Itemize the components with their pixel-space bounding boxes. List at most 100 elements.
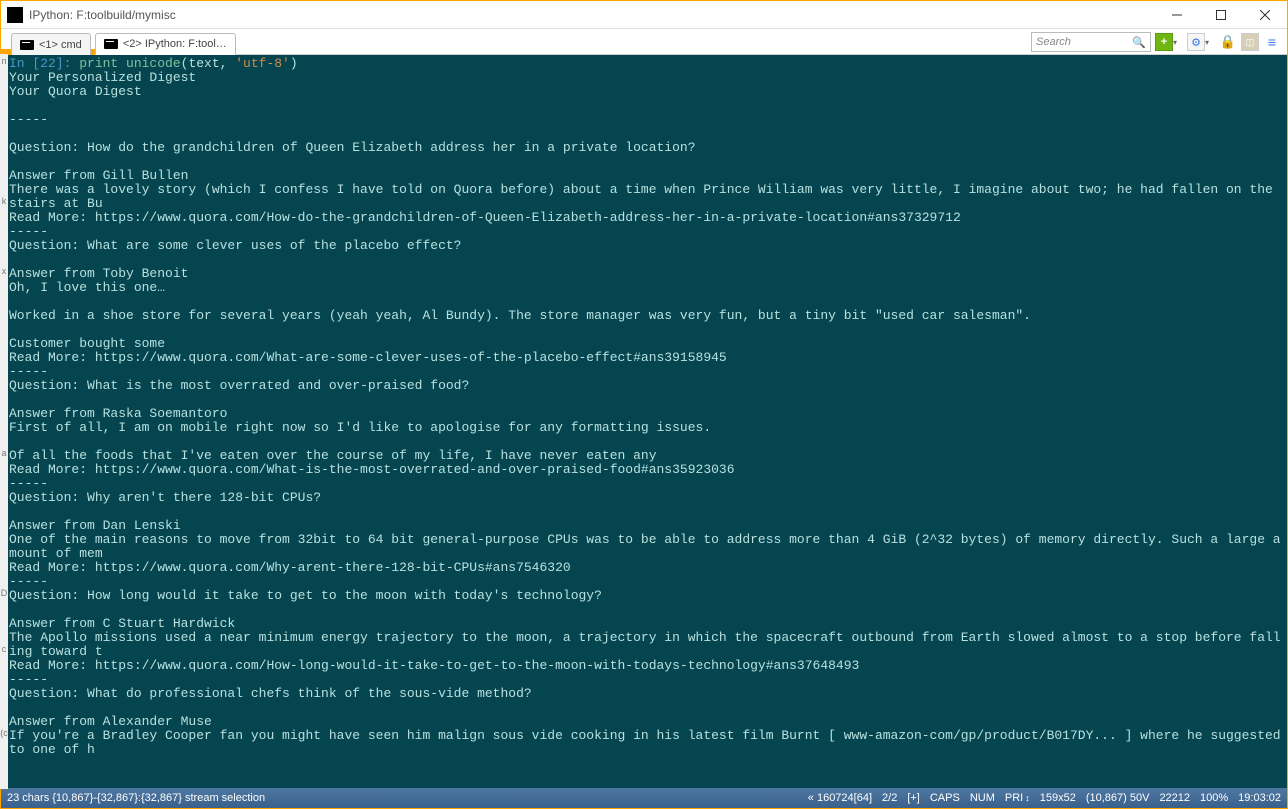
app-icon <box>7 7 23 23</box>
lock-button[interactable]: 🔒 <box>1219 33 1237 51</box>
output-line: Answer from C Stuart Hardwick <box>9 617 1287 631</box>
output-line: Of all the foods that I've eaten over th… <box>9 449 1287 463</box>
new-tab-dropdown[interactable]: ▾ <box>1173 38 1183 47</box>
tab-label: <2> IPython: F:tool… <box>123 38 227 50</box>
terminal-icon <box>104 39 118 49</box>
output-line: Your Personalized Digest <box>9 71 1287 85</box>
gutter-char: x <box>0 264 8 278</box>
menu-button[interactable]: ≡ <box>1263 33 1281 51</box>
gutter-char <box>0 712 8 726</box>
minimize-icon <box>1172 10 1182 20</box>
output-line: One of the main reasons to move from 32b… <box>9 533 1287 561</box>
gutter-char <box>0 152 8 166</box>
gutter-char <box>0 432 8 446</box>
gutter-char <box>0 348 8 362</box>
search-placeholder: Search <box>1036 36 1071 48</box>
output-line: Answer from Raska Soemantoro <box>9 407 1287 421</box>
gutter-char <box>0 306 8 320</box>
gutter-char <box>0 68 8 82</box>
tab-label: <1> cmd <box>39 39 82 51</box>
gutter-char <box>0 278 8 292</box>
gutter-char <box>0 376 8 390</box>
output-line: There was a lovely story (which I confes… <box>9 183 1287 211</box>
status-num: NUM <box>970 792 995 804</box>
output-line: Your Quora Digest <box>9 85 1287 99</box>
gutter-char <box>0 488 8 502</box>
output-line <box>9 435 1287 449</box>
status-time: 19:03:02 <box>1238 792 1281 804</box>
output-line: ----- <box>9 225 1287 239</box>
gutter-char <box>0 124 8 138</box>
output-line: Question: Why aren't there 128-bit CPUs? <box>9 491 1287 505</box>
gutter-char <box>0 474 8 488</box>
status-cursor: « 160724[64] <box>808 792 872 804</box>
window-titlebar: IPython: F:toolbuild/mymisc <box>1 1 1287 29</box>
gutter-char: a <box>0 446 8 460</box>
status-page: 2/2 <box>882 792 897 804</box>
tab-ipython[interactable]: <2> IPython: F:tool… <box>95 33 236 55</box>
gutter-char <box>0 530 8 544</box>
gutter-char <box>0 110 8 124</box>
output-line: Question: How do the grandchildren of Qu… <box>9 141 1287 155</box>
gutter-char <box>0 390 8 404</box>
close-button[interactable] <box>1243 1 1287 29</box>
status-size: 159x52 <box>1040 792 1076 804</box>
prompt-line: In [22]: print unicode(text, 'utf-8') <box>9 57 1287 71</box>
terminal-output[interactable]: In [22]: print unicode(text, 'utf-8')You… <box>1 55 1287 788</box>
gutter-char <box>0 236 8 250</box>
output-line: ----- <box>9 575 1287 589</box>
toolbar-right: Search 🔍 + ▾ ⚙ ▾ 🔒 ◫ ≡ <box>1031 32 1287 54</box>
layout-button[interactable]: ◫ <box>1241 33 1259 51</box>
output-line: Read More: https://www.quora.com/What-is… <box>9 463 1287 477</box>
gutter-char <box>0 600 8 614</box>
gutter-char <box>0 418 8 432</box>
settings-button[interactable]: ⚙ <box>1187 33 1205 51</box>
tab-bar: <1> cmd <2> IPython: F:tool… Search 🔍 + … <box>1 29 1287 55</box>
output-line: First of all, I am on mobile right now s… <box>9 421 1287 435</box>
gutter-char <box>0 516 8 530</box>
output-line: ----- <box>9 673 1287 687</box>
gutter-char <box>0 502 8 516</box>
minimize-button[interactable] <box>1155 1 1199 29</box>
left-gutter: n k x a D c (c <box>0 54 8 789</box>
status-pid: 22212 <box>1159 792 1190 804</box>
status-caps: CAPS <box>930 792 960 804</box>
gutter-char <box>0 362 8 376</box>
output-line <box>9 295 1287 309</box>
output-line: Question: What are some clever uses of t… <box>9 239 1287 253</box>
status-pri: PRI↕ <box>1005 792 1030 804</box>
settings-dropdown[interactable]: ▾ <box>1205 38 1215 47</box>
gutter-char <box>0 684 8 698</box>
search-input[interactable]: Search 🔍 <box>1031 32 1151 52</box>
gutter-char <box>0 670 8 684</box>
window-title: IPython: F:toolbuild/mymisc <box>29 8 176 22</box>
tab-cmd[interactable]: <1> cmd <box>11 33 91 55</box>
output-line <box>9 127 1287 141</box>
gutter-char <box>0 460 8 474</box>
output-line: Read More: https://www.quora.com/What-ar… <box>9 351 1287 365</box>
gutter-char <box>0 558 8 572</box>
gutter-char <box>0 572 8 586</box>
output-line <box>9 253 1287 267</box>
gutter-char <box>0 250 8 264</box>
output-line: Oh, I love this one… <box>9 281 1287 295</box>
gutter-char <box>0 698 8 712</box>
gutter-char: k <box>0 194 8 208</box>
output-line: Worked in a shoe store for several years… <box>9 309 1287 323</box>
gutter-char <box>0 138 8 152</box>
status-pos: (10,867) 50V <box>1086 792 1150 804</box>
output-line <box>9 99 1287 113</box>
gutter-char <box>0 320 8 334</box>
output-line <box>9 701 1287 715</box>
output-line: The Apollo missions used a near minimum … <box>9 631 1287 659</box>
maximize-icon <box>1216 10 1226 20</box>
gutter-char: n <box>0 54 8 68</box>
gutter-char <box>0 82 8 96</box>
output-line: If you're a Bradley Cooper fan you might… <box>9 729 1287 757</box>
gutter-char <box>0 96 8 110</box>
maximize-button[interactable] <box>1199 1 1243 29</box>
status-zoom: 100% <box>1200 792 1228 804</box>
output-line: Answer from Toby Benoit <box>9 267 1287 281</box>
new-tab-button[interactable]: + <box>1155 33 1173 51</box>
gutter-char: D <box>0 586 8 600</box>
